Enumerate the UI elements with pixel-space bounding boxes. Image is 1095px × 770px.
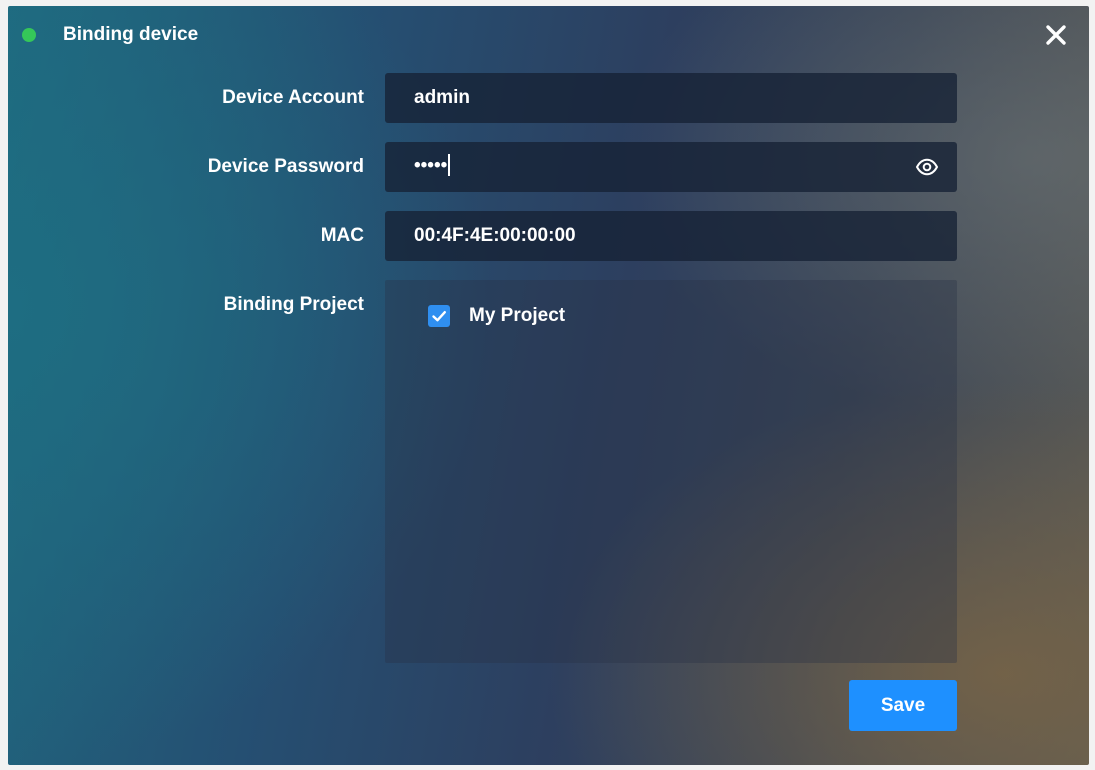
device-password-text: ••••• — [414, 154, 451, 177]
device-password-field[interactable]: ••••• — [385, 142, 957, 192]
dialog-title-bar: Binding device — [8, 6, 1089, 66]
close-icon[interactable] — [1043, 22, 1069, 48]
mac-label: MAC — [320, 225, 364, 246]
device-password-label: Device Password — [207, 156, 364, 177]
dialog-title: Binding device — [63, 24, 199, 45]
project-option-my-project[interactable]: My Project — [428, 304, 565, 328]
device-password-value: ••••• — [414, 155, 448, 176]
status-dot-icon — [22, 28, 36, 42]
device-account-label: Device Account — [222, 87, 364, 108]
project-option-label: My Project — [469, 305, 566, 326]
checkbox-checked-icon[interactable] — [428, 305, 450, 327]
eye-icon[interactable] — [915, 156, 939, 178]
save-button[interactable]: Save — [849, 680, 957, 731]
mac-field[interactable]: 00:4F:4E:00:00:00 — [385, 211, 957, 261]
binding-device-dialog: Binding device Device Account admin Devi… — [8, 6, 1089, 765]
mac-value: 00:4F:4E:00:00:00 — [414, 225, 576, 246]
device-account-field[interactable]: admin — [385, 73, 957, 123]
text-caret — [448, 154, 451, 176]
binding-project-label: Binding Project — [223, 294, 364, 315]
binding-project-list: My Project — [385, 280, 957, 663]
device-account-value: admin — [414, 87, 470, 108]
